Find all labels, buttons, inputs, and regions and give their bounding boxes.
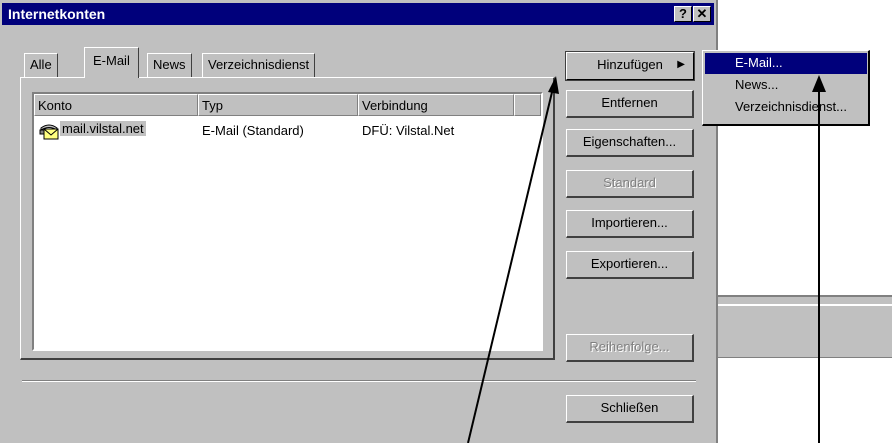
export-button[interactable]: Exportieren... xyxy=(566,251,694,279)
default-label: Standard xyxy=(603,175,656,190)
default-button[interactable]: Standard xyxy=(566,170,694,198)
column-header-typ[interactable]: Typ xyxy=(198,94,358,116)
submenu-arrow-icon: ▶ xyxy=(677,59,685,70)
accounts-list[interactable]: Konto Typ Verbindung mail.vilstal.net E-… xyxy=(32,92,543,351)
close-button[interactable]: ✕ xyxy=(693,6,711,22)
column-header-verbindung[interactable]: Verbindung xyxy=(358,94,514,116)
table-row[interactable]: mail.vilstal.net xyxy=(36,120,166,140)
column-label: Konto xyxy=(38,98,72,113)
tab-label: News xyxy=(153,57,186,72)
properties-label: Eigenschaften... xyxy=(582,134,677,149)
column-header-konto[interactable]: Konto xyxy=(34,94,198,116)
menu-item-news[interactable]: News... xyxy=(705,75,867,96)
tab-verzeichnisdienst[interactable]: Verzeichnisdienst xyxy=(202,53,316,77)
mail-account-icon xyxy=(38,122,60,143)
close-dialog-button[interactable]: Schließen xyxy=(566,395,694,423)
tab-email[interactable]: E-Mail xyxy=(84,47,139,78)
add-label: Hinzufügen xyxy=(597,57,663,72)
order-button[interactable]: Reihenfolge... xyxy=(566,334,694,362)
properties-button[interactable]: Eigenschaften... xyxy=(566,129,694,157)
column-label: Verbindung xyxy=(362,98,428,113)
column-label: Typ xyxy=(202,98,223,113)
remove-button[interactable]: Entfernen xyxy=(566,90,694,118)
background-window-edge xyxy=(718,304,892,306)
close-icon: ✕ xyxy=(696,6,708,21)
close-label: Schließen xyxy=(600,400,659,415)
menu-item-label: E-Mail... xyxy=(735,55,783,70)
order-label: Reihenfolge... xyxy=(589,339,670,354)
account-connection: DFÜ: Vilstal.Net xyxy=(362,123,455,138)
menu-item-email[interactable]: E-Mail... xyxy=(705,53,867,74)
export-label: Exportieren... xyxy=(590,256,669,271)
menu-item-label: News... xyxy=(735,77,779,92)
account-name: mail.vilstal.net xyxy=(60,121,146,136)
import-label: Importieren... xyxy=(591,215,668,230)
menu-item-label: Verzeichnisdienst... xyxy=(735,99,848,114)
account-type: E-Mail (Standard) xyxy=(202,123,304,138)
tab-news[interactable]: News xyxy=(147,53,192,77)
add-submenu: E-Mail... News... Verzeichnisdienst... xyxy=(702,50,870,126)
title-bar[interactable]: Internetkonten ? ✕ xyxy=(2,3,714,25)
help-icon: ? xyxy=(679,6,687,21)
tab-label: E-Mail xyxy=(93,53,130,68)
tab-label: Verzeichnisdienst xyxy=(208,57,310,72)
tab-alle[interactable]: Alle xyxy=(24,53,58,77)
remove-label: Entfernen xyxy=(601,95,658,110)
menu-item-verzeichnisdienst[interactable]: Verzeichnisdienst... xyxy=(705,97,867,118)
separator xyxy=(22,380,696,382)
help-button[interactable]: ? xyxy=(674,6,692,22)
import-button[interactable]: Importieren... xyxy=(566,210,694,238)
column-header-empty xyxy=(514,94,541,116)
add-button[interactable]: Hinzufügen ▶ xyxy=(565,51,695,81)
window-title: Internetkonten xyxy=(8,6,106,22)
dialog-window: Internetkonten ? ✕ Alle E-Mail News Verz… xyxy=(0,0,718,443)
tab-label: Alle xyxy=(30,57,52,72)
